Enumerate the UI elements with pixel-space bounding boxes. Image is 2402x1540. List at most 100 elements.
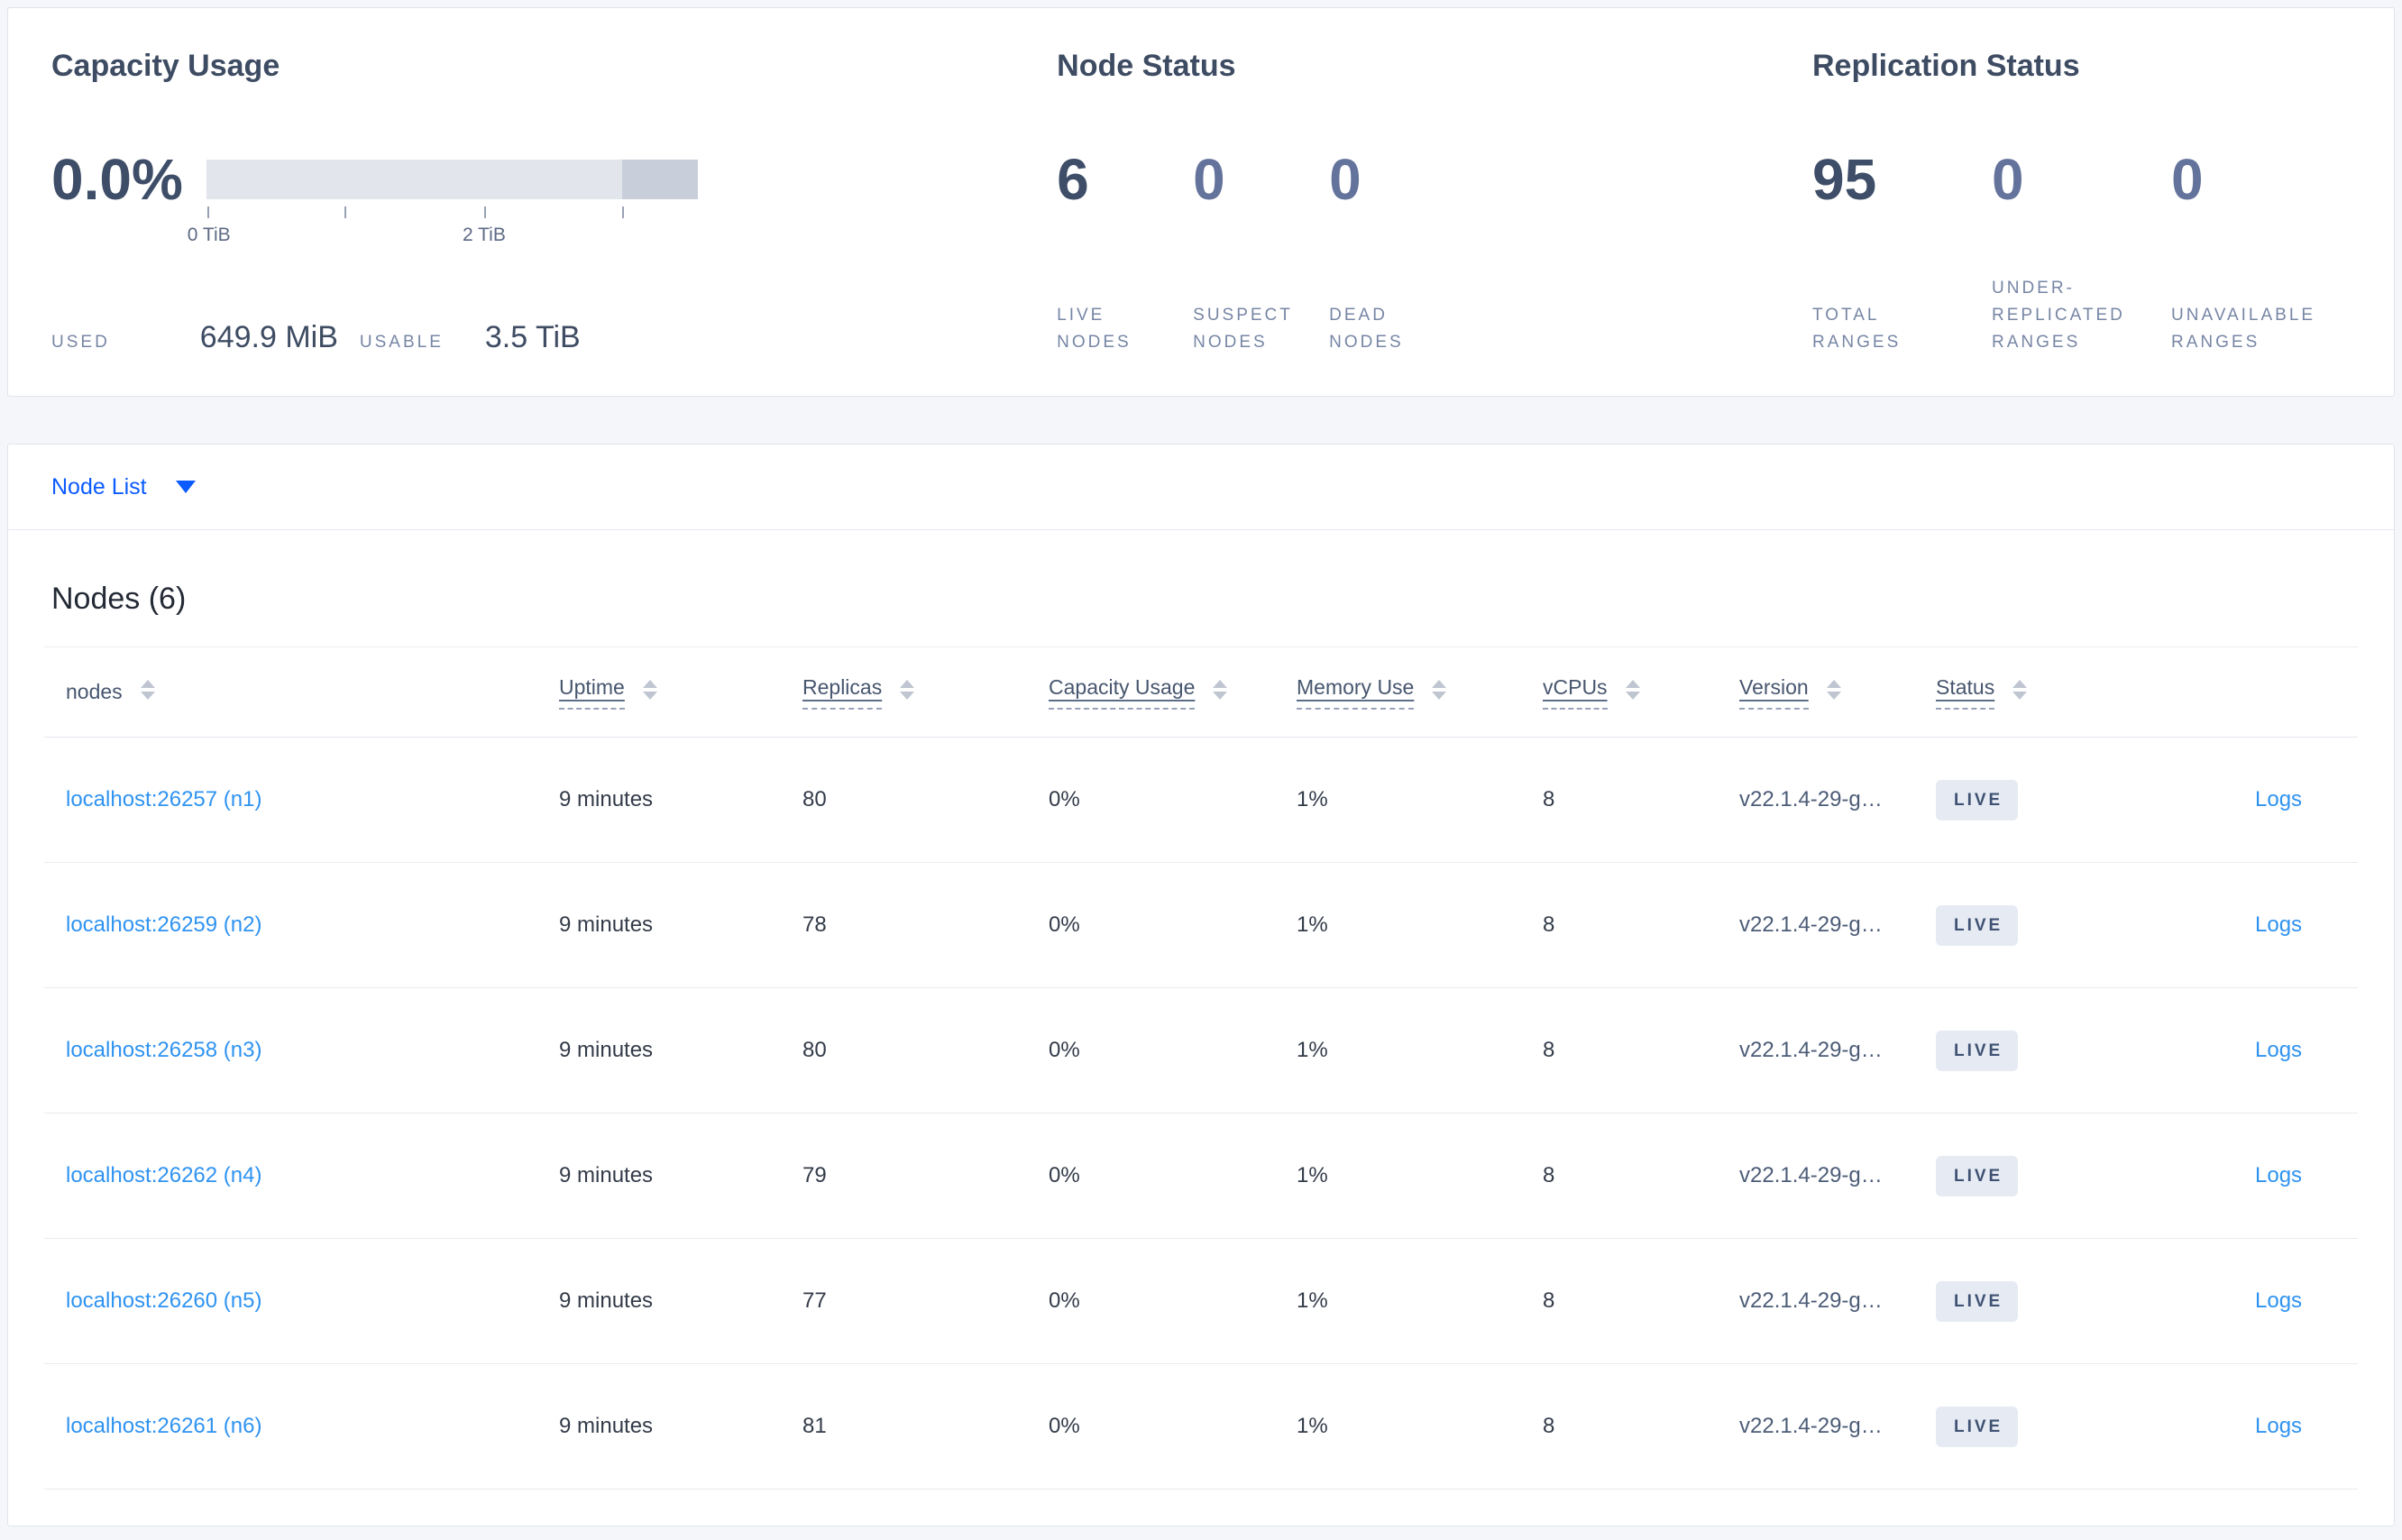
total-ranges-label: TOTAL RANGES bbox=[1812, 306, 1902, 352]
status-badge: LIVE bbox=[1936, 779, 2019, 820]
version-cell: v22.1.4-29-g… bbox=[1718, 862, 1914, 988]
axis-tick bbox=[483, 206, 486, 218]
logs-cell: Logs bbox=[2233, 1238, 2358, 1364]
uptime-cell: 9 minutes bbox=[537, 1238, 781, 1364]
capacity-usage-cell: 0% bbox=[1027, 1363, 1275, 1490]
sort-icon bbox=[1625, 679, 1640, 700]
status-badge: LIVE bbox=[1936, 1155, 2019, 1196]
capacity-bar-reserved-segment bbox=[622, 160, 698, 199]
table-row: localhost:26257 (n1) 9 minutes 80 0% 1% … bbox=[44, 737, 2358, 863]
column-header-vcpus[interactable]: vCPUs bbox=[1521, 646, 1718, 738]
logs-link[interactable]: Logs bbox=[2255, 912, 2302, 937]
replication-status-section: Replication Status 95 0 0 TOTAL RANGES U… bbox=[1812, 48, 2351, 356]
capacity-usage-cell: 0% bbox=[1027, 1238, 1275, 1364]
capacity-usage-section: Capacity Usage 0.0% 0 TiB 2 TiB USED 649… bbox=[51, 48, 1057, 356]
version-cell: v22.1.4-29-g… bbox=[1718, 1113, 1914, 1239]
column-header-memory-use[interactable]: Memory Use bbox=[1275, 646, 1521, 738]
axis-tick bbox=[344, 206, 347, 218]
dead-nodes-label: DEAD NODES bbox=[1329, 306, 1404, 352]
node-link[interactable]: localhost:26259 (n2) bbox=[66, 912, 261, 937]
suspect-nodes-count: 0 bbox=[1193, 147, 1225, 212]
under-replicated-ranges-label: UNDER- REPLICATED RANGES bbox=[1992, 279, 2125, 352]
node-link[interactable]: localhost:26260 (n5) bbox=[66, 1288, 261, 1313]
uptime-cell: 9 minutes bbox=[537, 987, 781, 1114]
node-list-dropdown[interactable]: Node List bbox=[51, 474, 196, 500]
logs-link[interactable]: Logs bbox=[2255, 1038, 2302, 1062]
capacity-usage-title: Capacity Usage bbox=[51, 49, 280, 83]
capacity-usage-cell: 0% bbox=[1027, 1113, 1275, 1239]
sort-icon bbox=[140, 679, 155, 700]
node-link[interactable]: localhost:26261 (n6) bbox=[66, 1414, 261, 1438]
nodes-heading: Nodes (6) bbox=[51, 582, 187, 616]
version-cell: v22.1.4-29-g… bbox=[1718, 1363, 1914, 1490]
node-status-title: Node Status bbox=[1057, 49, 1236, 83]
memory-use-cell: 1% bbox=[1275, 737, 1521, 863]
status-cell: LIVE bbox=[1914, 1363, 2233, 1490]
status-cell: LIVE bbox=[1914, 862, 2233, 988]
node-list-body: Nodes (6) nodes Uptime Replicas Capacity… bbox=[8, 581, 2394, 1526]
unavailable-ranges-label: UNAVAILABLE RANGES bbox=[2171, 306, 2316, 352]
usable-label: USABLE bbox=[359, 333, 444, 352]
logs-cell: Logs bbox=[2233, 862, 2358, 988]
logs-link[interactable]: Logs bbox=[2255, 787, 2302, 811]
sort-icon bbox=[900, 679, 915, 700]
logs-cell: Logs bbox=[2233, 1113, 2358, 1239]
capacity-percent: 0.0% bbox=[51, 147, 183, 212]
column-header-capacity-usage[interactable]: Capacity Usage bbox=[1027, 646, 1275, 738]
memory-use-cell: 1% bbox=[1275, 1238, 1521, 1364]
live-nodes-count: 6 bbox=[1057, 147, 1089, 212]
logs-link[interactable]: Logs bbox=[2255, 1414, 2302, 1438]
vcpus-cell: 8 bbox=[1521, 987, 1718, 1114]
logs-link[interactable]: Logs bbox=[2255, 1163, 2302, 1187]
column-header-status[interactable]: Status bbox=[1914, 646, 2233, 738]
table-row: localhost:26258 (n3) 9 minutes 80 0% 1% … bbox=[44, 987, 2358, 1114]
sort-icon bbox=[642, 679, 657, 700]
status-cell: LIVE bbox=[1914, 737, 2233, 863]
axis-tick-label: 2 TiB bbox=[462, 225, 506, 245]
column-header-uptime[interactable]: Uptime bbox=[537, 646, 781, 738]
sort-icon bbox=[1826, 679, 1841, 700]
logs-cell: Logs bbox=[2233, 987, 2358, 1114]
vcpus-cell: 8 bbox=[1521, 1238, 1718, 1364]
live-nodes-label: LIVE NODES bbox=[1057, 306, 1132, 352]
suspect-nodes-label: SUSPECT NODES bbox=[1193, 306, 1293, 352]
uptime-cell: 9 minutes bbox=[537, 737, 781, 863]
status-badge: LIVE bbox=[1936, 1030, 2019, 1071]
replicas-cell: 78 bbox=[781, 862, 1027, 988]
memory-use-cell: 1% bbox=[1275, 1363, 1521, 1490]
node-link[interactable]: localhost:26262 (n4) bbox=[66, 1163, 261, 1187]
status-cell: LIVE bbox=[1914, 1238, 2233, 1364]
memory-use-cell: 1% bbox=[1275, 862, 1521, 988]
table-row: localhost:26261 (n6) 9 minutes 81 0% 1% … bbox=[44, 1363, 2358, 1490]
sort-icon bbox=[2012, 679, 2028, 700]
status-cell: LIVE bbox=[1914, 987, 2233, 1114]
version-cell: v22.1.4-29-g… bbox=[1718, 987, 1914, 1114]
column-header-version[interactable]: Version bbox=[1718, 646, 1914, 738]
table-header-row: nodes Uptime Replicas Capacity Usage Mem… bbox=[44, 646, 2358, 738]
table-row: localhost:26259 (n2) 9 minutes 78 0% 1% … bbox=[44, 862, 2358, 988]
vcpus-cell: 8 bbox=[1521, 862, 1718, 988]
node-list-panel: Node List Nodes (6) nodes Uptime Replica… bbox=[7, 444, 2395, 1526]
logs-link[interactable]: Logs bbox=[2255, 1288, 2302, 1313]
replicas-cell: 81 bbox=[781, 1363, 1027, 1490]
chevron-down-icon bbox=[175, 481, 196, 493]
dead-nodes-count: 0 bbox=[1329, 147, 1361, 212]
version-cell: v22.1.4-29-g… bbox=[1718, 1238, 1914, 1364]
table-row: localhost:26262 (n4) 9 minutes 79 0% 1% … bbox=[44, 1113, 2358, 1239]
node-link[interactable]: localhost:26258 (n3) bbox=[66, 1038, 261, 1062]
sort-icon bbox=[1213, 679, 1228, 700]
vcpus-cell: 8 bbox=[1521, 1113, 1718, 1239]
memory-use-cell: 1% bbox=[1275, 1113, 1521, 1239]
status-cell: LIVE bbox=[1914, 1113, 2233, 1239]
replicas-cell: 80 bbox=[781, 987, 1027, 1114]
node-status-section: Node Status 6 0 0 LIVE NODES SUSPECT NOD… bbox=[1057, 48, 1812, 356]
replicas-cell: 80 bbox=[781, 737, 1027, 863]
column-header-replicas[interactable]: Replicas bbox=[781, 646, 1027, 738]
under-replicated-ranges-count: 0 bbox=[1992, 147, 2024, 212]
status-badge: LIVE bbox=[1936, 1406, 2019, 1447]
node-link[interactable]: localhost:26257 (n1) bbox=[66, 787, 261, 811]
column-header-logs bbox=[2233, 646, 2358, 738]
column-header-nodes[interactable]: nodes bbox=[44, 646, 537, 738]
uptime-cell: 9 minutes bbox=[537, 862, 781, 988]
sort-icon bbox=[1432, 679, 1447, 700]
